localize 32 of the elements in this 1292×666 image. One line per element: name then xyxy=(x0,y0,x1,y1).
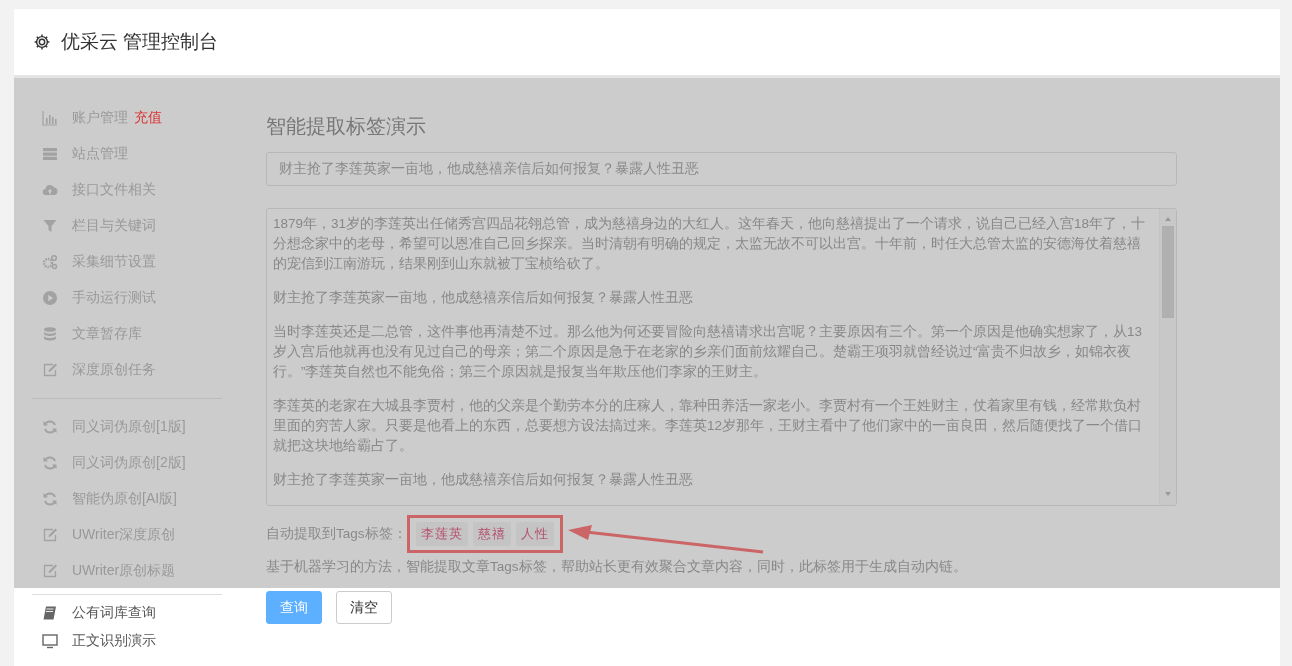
sidebar-item[interactable]: 公有词库查询 xyxy=(32,599,156,627)
settings-icon xyxy=(33,33,51,51)
bar-chart-icon xyxy=(42,110,58,126)
sidebar-item-label: 正文识别演示 xyxy=(72,632,156,650)
cloud-upload-icon xyxy=(42,182,58,198)
play-icon xyxy=(42,290,58,306)
edit-icon xyxy=(42,527,58,543)
tag: 人性 xyxy=(515,522,554,546)
book-icon xyxy=(42,605,58,621)
tags-label: 自动提取到Tags标签： xyxy=(266,525,407,543)
page-title: 智能提取标签演示 xyxy=(266,114,427,139)
title-input[interactable]: 财主抢了李莲英家一亩地，他成慈禧亲信后如何报复？暴露人性丑恶 xyxy=(266,152,1177,186)
recharge-link[interactable]: 充值 xyxy=(134,109,162,127)
scrollbar[interactable] xyxy=(1159,209,1176,505)
filter-icon xyxy=(42,218,58,234)
server-icon xyxy=(42,146,58,162)
description-text: 基于机器学习的方法，智能提取文章Tags标签，帮助站长更有效聚合文章内容，同时，此标签用于生成自动内链。 xyxy=(266,558,968,576)
database-icon xyxy=(42,326,58,342)
sidebar-item[interactable]: 正文识别演示 xyxy=(32,627,156,655)
refresh-icon xyxy=(42,491,58,507)
tag: 慈禧 xyxy=(472,522,511,546)
edit-icon xyxy=(42,362,58,378)
refresh-icon xyxy=(42,419,58,435)
console-title: 优采云 管理控制台 xyxy=(61,30,219,54)
tag: 李莲英 xyxy=(415,522,468,546)
edit-icon xyxy=(42,563,58,579)
refresh-icon xyxy=(42,455,58,471)
gears-icon xyxy=(42,254,58,270)
monitor-icon xyxy=(42,633,58,649)
query-button[interactable]: 查询 xyxy=(266,591,322,624)
sidebar-item-label: 公有词库查询 xyxy=(72,604,156,622)
clear-button[interactable]: 清空 xyxy=(336,591,392,624)
